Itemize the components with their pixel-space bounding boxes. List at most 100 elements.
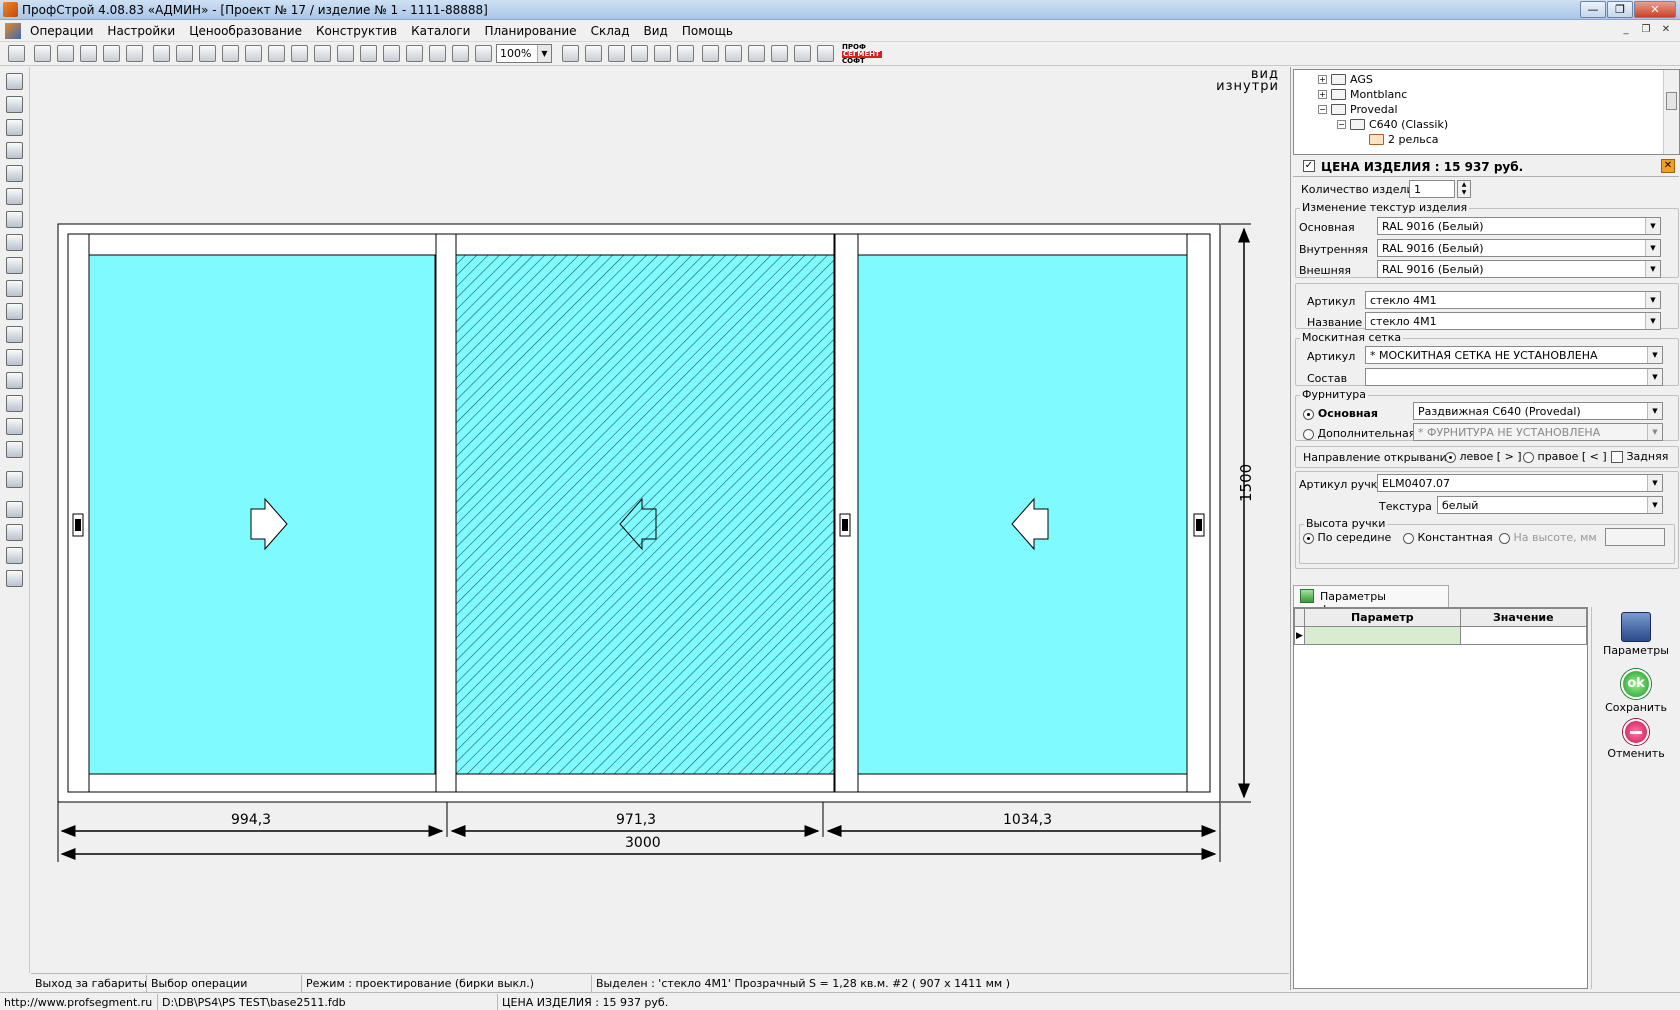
- toolbar-calculator-icon[interactable]: [817, 45, 834, 62]
- radio-icon[interactable]: [1403, 532, 1414, 544]
- handle-article-select[interactable]: ELM0407.07 ▼: [1377, 474, 1663, 492]
- chevron-down-icon[interactable]: ▼: [1645, 313, 1660, 329]
- tree-node[interactable]: + AGS: [1318, 73, 1373, 86]
- impost-vertical-icon[interactable]: [6, 96, 23, 113]
- restore-button[interactable]: ❐: [1607, 1, 1633, 18]
- impost-horizontal-icon[interactable]: [6, 119, 23, 136]
- drawing-canvas[interactable]: вид изнутри 1500 994,3 971,3 1034,3 3000: [31, 67, 1289, 972]
- hardware-main-select[interactable]: Раздвижная С640 (Provedal) ▼: [1413, 402, 1663, 420]
- document-icon[interactable]: [5, 23, 21, 39]
- handle-tool-icon[interactable]: [6, 418, 23, 435]
- menu-constructive[interactable]: Конструктив: [316, 24, 397, 38]
- toolbar-tool-icon[interactable]: [677, 45, 694, 62]
- frame-tool-icon[interactable]: [6, 73, 23, 90]
- texture-outer-select[interactable]: RAL 9016 (Белый) ▼: [1377, 260, 1661, 278]
- chevron-down-icon[interactable]: ▼: [1647, 347, 1662, 363]
- chevron-down-icon[interactable]: ▼: [1647, 403, 1662, 419]
- menu-catalogs[interactable]: Каталоги: [411, 24, 470, 38]
- collapse-icon[interactable]: −: [1337, 120, 1346, 129]
- hardware-extra-select[interactable]: * ФУРНИТУРА НЕ УСТАНОВЛЕНА ▼: [1413, 423, 1663, 441]
- cross-tool-icon[interactable]: [6, 280, 23, 297]
- mdi-close-icon[interactable]: ✕: [1658, 23, 1674, 38]
- toolbar-tool-icon[interactable]: [337, 45, 354, 62]
- print-tool-icon[interactable]: [6, 547, 23, 564]
- dimension-width-3[interactable]: 1034,3: [1003, 812, 1052, 828]
- toolbar-save-icon[interactable]: [8, 45, 25, 62]
- dimension-width-2[interactable]: 971,3: [616, 812, 656, 828]
- radio-icon[interactable]: [1445, 451, 1456, 463]
- impost-tool-icon[interactable]: [6, 165, 23, 182]
- hardware-extra-option[interactable]: Дополнительная: [1303, 427, 1415, 440]
- toolbar-edit-icon[interactable]: [80, 45, 97, 62]
- toolbar-tool-icon[interactable]: [429, 45, 446, 62]
- picture-tool-icon[interactable]: [6, 501, 23, 518]
- value-cell[interactable]: [1459, 626, 1588, 645]
- zoom-select[interactable]: 100% ▼: [496, 44, 552, 63]
- toolbar-table-icon[interactable]: [748, 45, 765, 62]
- triangle-tool-icon[interactable]: [6, 326, 23, 343]
- toolbar-tool-icon[interactable]: [153, 45, 170, 62]
- minimize-button[interactable]: —: [1580, 1, 1606, 18]
- radio-icon[interactable]: [1499, 532, 1510, 544]
- toolbar-tool-icon[interactable]: [475, 45, 492, 62]
- tree-node[interactable]: − C640 (Classik): [1337, 118, 1448, 131]
- toolbar-tool-icon[interactable]: [654, 45, 671, 62]
- close-button[interactable]: ✕: [1634, 1, 1676, 18]
- toolbar-price-icon[interactable]: [562, 45, 579, 62]
- opening-left-option[interactable]: левое [ > ]: [1445, 450, 1522, 463]
- chevron-down-icon[interactable]: ▼: [1647, 369, 1662, 385]
- toolbar-tool-icon[interactable]: [631, 45, 648, 62]
- texture-inner-select[interactable]: RAL 9016 (Белый) ▼: [1377, 239, 1661, 257]
- toolbar-monitor-icon[interactable]: [771, 45, 788, 62]
- tree-node[interactable]: − Provedal: [1318, 103, 1398, 116]
- price-checkbox[interactable]: ✓: [1303, 160, 1315, 172]
- mdi-minimize-icon[interactable]: _: [1618, 23, 1634, 38]
- blinds-tool-icon[interactable]: [6, 372, 23, 389]
- menu-planning[interactable]: Планирование: [484, 24, 576, 38]
- delete-shape-icon[interactable]: [6, 471, 23, 488]
- door-tool-icon[interactable]: [6, 211, 23, 228]
- collapse-icon[interactable]: −: [1318, 105, 1327, 114]
- table-row[interactable]: ▶: [1294, 626, 1588, 645]
- handle-height-input[interactable]: [1605, 528, 1665, 546]
- mosquito-composition-select[interactable]: ▼: [1365, 368, 1663, 386]
- handle-height-at-option[interactable]: На высоте, мм: [1499, 531, 1597, 544]
- tree-scrollbar[interactable]: [1663, 70, 1679, 154]
- mosquito-article-select[interactable]: * МОСКИТНАЯ СЕТКА НЕ УСТАНОВЛЕНА ▼: [1365, 346, 1663, 364]
- toolbar-tool-icon[interactable]: [268, 45, 285, 62]
- expand-icon[interactable]: +: [1318, 75, 1327, 84]
- save-button[interactable]: ok Сохранить: [1592, 669, 1680, 714]
- radio-icon[interactable]: [1303, 408, 1314, 420]
- col-param-header[interactable]: Параметр: [1303, 608, 1461, 627]
- sash-tool-icon[interactable]: [6, 142, 23, 159]
- mdi-restore-icon[interactable]: ❐: [1638, 23, 1654, 38]
- quantity-input[interactable]: 1: [1409, 180, 1455, 198]
- chevron-down-icon[interactable]: ▼: [1647, 475, 1662, 491]
- hardware-main-option[interactable]: Основная: [1303, 407, 1378, 420]
- col-value-header[interactable]: Значение: [1459, 608, 1588, 627]
- texture-main-select[interactable]: RAL 9016 (Белый) ▼: [1377, 217, 1661, 235]
- grid-tool-icon[interactable]: [6, 234, 23, 251]
- chevron-down-icon[interactable]: ▼: [537, 45, 551, 62]
- toolbar-tool-icon[interactable]: [608, 45, 625, 62]
- checkbox-icon[interactable]: [1611, 451, 1623, 463]
- toolbar-print-icon[interactable]: [126, 45, 143, 62]
- opening-right-option[interactable]: правое [ < ]: [1523, 450, 1607, 463]
- dimension-total-width[interactable]: 3000: [625, 835, 661, 851]
- params-table[interactable]: Параметр Значение ▶: [1293, 607, 1588, 989]
- glass-name-select[interactable]: стекло 4М1 ▼: [1365, 312, 1661, 330]
- toolbar-new-icon[interactable]: [34, 45, 51, 62]
- toolbar-cut-icon[interactable]: [314, 45, 331, 62]
- sill-tool-icon[interactable]: [6, 395, 23, 412]
- radio-icon[interactable]: [1523, 451, 1534, 463]
- document-tool-icon[interactable]: [6, 524, 23, 541]
- toolbar-tool-icon[interactable]: [176, 45, 193, 62]
- glass-tool-icon[interactable]: [6, 257, 23, 274]
- catalog-tree[interactable]: + AGS + Montblanc − Provedal − C640 (Cla…: [1293, 69, 1680, 155]
- arch-tool-icon[interactable]: [6, 303, 23, 320]
- cancel-button[interactable]: Отменить: [1592, 719, 1680, 760]
- toolbar-tool-icon[interactable]: [452, 45, 469, 62]
- table-tool-icon[interactable]: [6, 441, 23, 458]
- toolbar-tool-icon[interactable]: [794, 45, 811, 62]
- tree-node[interactable]: + Montblanc: [1318, 88, 1407, 101]
